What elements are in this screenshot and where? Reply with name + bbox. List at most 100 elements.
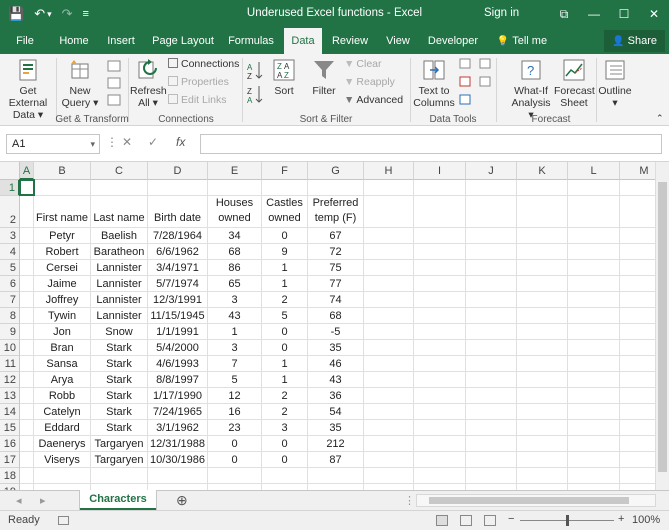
insert-function-icon[interactable]: fx — [176, 135, 185, 149]
cell-g11[interactable]: 46 — [308, 356, 364, 372]
tab-split-icon[interactable]: ⋮ — [404, 494, 415, 507]
cell-l3[interactable] — [568, 228, 620, 244]
cell-g1[interactable] — [308, 180, 364, 196]
edit-links-button[interactable]: Edit Links — [168, 94, 227, 106]
vertical-scroll-thumb[interactable] — [658, 182, 667, 472]
macro-record-icon[interactable] — [58, 516, 69, 525]
cell-h11[interactable] — [364, 356, 414, 372]
cell-b2[interactable]: First name — [34, 196, 91, 228]
cell-f6[interactable]: 1 — [262, 276, 308, 292]
cell-e8[interactable]: 43 — [208, 308, 262, 324]
tab-view[interactable]: View — [380, 28, 416, 54]
cell-k18[interactable] — [517, 468, 568, 484]
cell-k8[interactable] — [517, 308, 568, 324]
row-header-12[interactable]: 12 — [0, 372, 20, 388]
tab-file[interactable]: File — [8, 28, 42, 54]
row-header-5[interactable]: 5 — [0, 260, 20, 276]
column-header-i[interactable]: I — [414, 162, 466, 180]
cell-b17[interactable]: Viserys — [34, 452, 91, 468]
cell-b18[interactable] — [34, 468, 91, 484]
row-header-18[interactable]: 18 — [0, 468, 20, 484]
cell-k11[interactable] — [517, 356, 568, 372]
cell-a15[interactable] — [20, 420, 34, 436]
cell-a7[interactable] — [20, 292, 34, 308]
row-header-11[interactable]: 11 — [0, 356, 20, 372]
cell-i15[interactable] — [414, 420, 466, 436]
cell-d2[interactable]: Birth date — [148, 196, 208, 228]
cell-a8[interactable] — [20, 308, 34, 324]
cell-h18[interactable] — [364, 468, 414, 484]
zoom-out-button[interactable]: − — [508, 513, 514, 525]
cell-h15[interactable] — [364, 420, 414, 436]
cell-j18[interactable] — [466, 468, 517, 484]
cell-j5[interactable] — [466, 260, 517, 276]
cell-d12[interactable]: 8/8/1997 — [148, 372, 208, 388]
cell-c2[interactable]: Last name — [91, 196, 148, 228]
cell-h4[interactable] — [364, 244, 414, 260]
cell-k1[interactable] — [517, 180, 568, 196]
cell-d10[interactable]: 5/4/2000 — [148, 340, 208, 356]
data-tools-small-icons[interactable] — [458, 58, 472, 113]
cell-d6[interactable]: 5/7/1974 — [148, 276, 208, 292]
save-icon[interactable]: 💾 — [8, 5, 24, 23]
vertical-scrollbar[interactable] — [655, 162, 669, 490]
name-box[interactable]: A1 ▾ — [6, 134, 100, 154]
cell-i3[interactable] — [414, 228, 466, 244]
connections-button[interactable]: Connections — [168, 58, 239, 70]
cell-a10[interactable] — [20, 340, 34, 356]
cell-b12[interactable]: Arya — [34, 372, 91, 388]
show-queries-icons[interactable] — [102, 60, 126, 111]
column-header-g[interactable]: G — [308, 162, 364, 180]
cell-d4[interactable]: 6/6/1962 — [148, 244, 208, 260]
cell-l18[interactable] — [568, 468, 620, 484]
cell-c6[interactable]: Lannister — [91, 276, 148, 292]
tab-home[interactable]: Home — [54, 28, 94, 54]
cell-d16[interactable]: 12/31/1988 — [148, 436, 208, 452]
cell-l1[interactable] — [568, 180, 620, 196]
cell-c16[interactable]: Targaryen — [91, 436, 148, 452]
redo-icon[interactable]: ↷ — [62, 5, 73, 23]
cell-k17[interactable] — [517, 452, 568, 468]
row-header-16[interactable]: 16 — [0, 436, 20, 452]
cell-k13[interactable] — [517, 388, 568, 404]
cell-h2[interactable] — [364, 196, 414, 228]
cell-g2[interactable]: Preferred temp (F) — [308, 196, 364, 228]
sheet-next-icon[interactable]: ▸ — [40, 494, 46, 507]
sign-in-link[interactable]: Sign in — [484, 7, 519, 19]
cell-k10[interactable] — [517, 340, 568, 356]
cell-l8[interactable] — [568, 308, 620, 324]
customize-qat-icon[interactable]: ≡ — [83, 5, 89, 23]
row-header-17[interactable]: 17 — [0, 452, 20, 468]
cell-b3[interactable]: Petyr — [34, 228, 91, 244]
cell-d7[interactable]: 12/3/1991 — [148, 292, 208, 308]
cell-l5[interactable] — [568, 260, 620, 276]
text-to-columns-button[interactable]: Text to Columns — [412, 58, 456, 109]
cell-b1[interactable] — [34, 180, 91, 196]
ribbon-display-icon[interactable]: ⧉ — [549, 0, 579, 28]
cell-f3[interactable]: 0 — [262, 228, 308, 244]
cell-f12[interactable]: 1 — [262, 372, 308, 388]
cell-l6[interactable] — [568, 276, 620, 292]
share-button[interactable]: 👤 Share — [604, 30, 665, 52]
select-all-corner[interactable] — [0, 162, 20, 180]
cell-i18[interactable] — [414, 468, 466, 484]
cell-a2[interactable] — [20, 196, 34, 228]
cell-h3[interactable] — [364, 228, 414, 244]
cancel-icon[interactable]: ✕ — [122, 135, 132, 149]
cell-b11[interactable]: Sansa — [34, 356, 91, 372]
row-header-13[interactable]: 13 — [0, 388, 20, 404]
cell-c8[interactable]: Lannister — [91, 308, 148, 324]
cell-d11[interactable]: 4/6/1993 — [148, 356, 208, 372]
cell-j14[interactable] — [466, 404, 517, 420]
reapply-button[interactable]: ▼ Reapply — [344, 76, 395, 88]
cell-k14[interactable] — [517, 404, 568, 420]
cell-e7[interactable]: 3 — [208, 292, 262, 308]
cell-j4[interactable] — [466, 244, 517, 260]
new-query-button[interactable]: New Query ▾ — [60, 58, 100, 109]
maximize-button[interactable]: ☐ — [609, 0, 639, 28]
cell-k15[interactable] — [517, 420, 568, 436]
cell-e11[interactable]: 7 — [208, 356, 262, 372]
cell-l4[interactable] — [568, 244, 620, 260]
cell-l13[interactable] — [568, 388, 620, 404]
sort-az-button[interactable]: AZZA — [246, 60, 266, 107]
